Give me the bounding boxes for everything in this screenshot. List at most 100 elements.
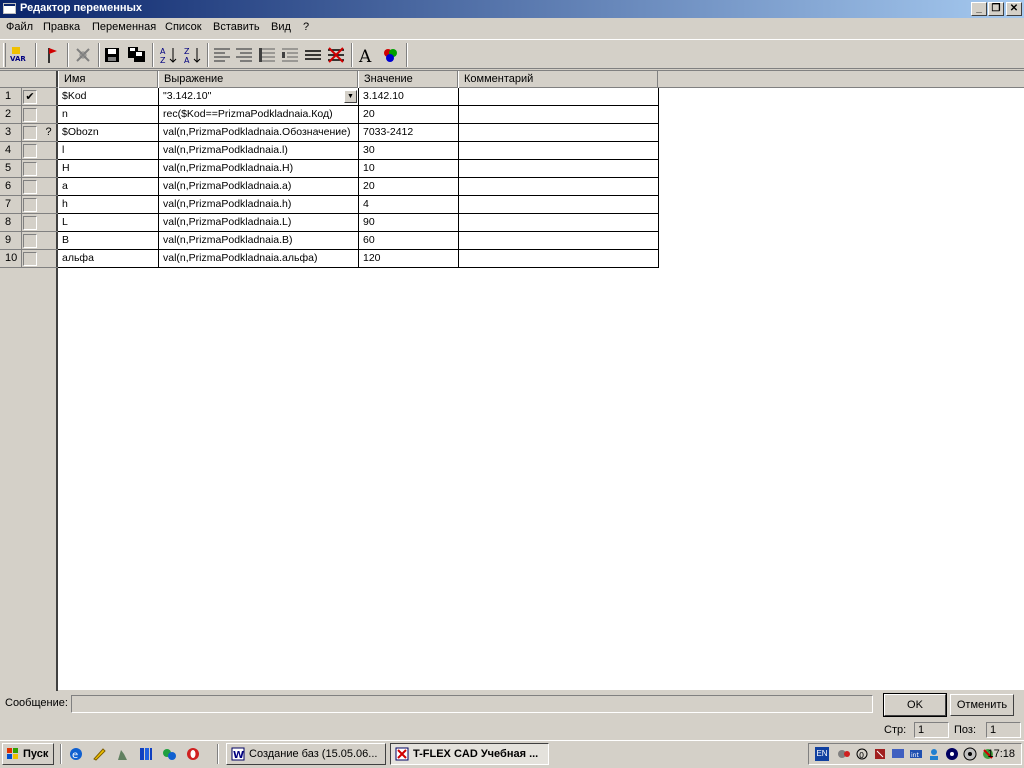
table-row[interactable]: 3? $Obozn val(n,PrizmaPodkladnaia.Обозначе… (0, 124, 660, 142)
row-flag[interactable] (41, 89, 56, 105)
row-checkbox[interactable] (23, 126, 37, 140)
cell-name[interactable]: a (58, 178, 159, 196)
cell-expression[interactable]: val(n,PrizmaPodkladnaia.H) (159, 160, 359, 178)
align-indent-icon[interactable] (233, 44, 255, 66)
internet-explorer-icon[interactable]: e (68, 746, 84, 762)
network-icon[interactable] (161, 746, 177, 762)
pencil-icon[interactable] (91, 746, 107, 762)
cell-name[interactable]: $Obozn (58, 124, 159, 142)
cell-value[interactable]: 10 (359, 160, 459, 178)
network-tray-icon[interactable] (837, 747, 851, 761)
start-button[interactable]: Пуск (2, 743, 54, 765)
display-tray-icon[interactable] (891, 747, 905, 761)
security-tray-icon[interactable] (873, 747, 887, 761)
row-number[interactable]: 6 (0, 178, 22, 196)
minimize-button[interactable]: _ (971, 2, 987, 16)
task-word-document[interactable]: W Создание баз (15.05.06... (226, 743, 386, 765)
cell-value[interactable]: 7033-2412 (359, 124, 459, 142)
cell-expression[interactable]: val(n,PrizmaPodkladnaia.L) (159, 214, 359, 232)
row-number[interactable]: 8 (0, 214, 22, 232)
cell-expression[interactable]: "3.142.10" ▼ (159, 88, 359, 106)
cell-expression[interactable]: val(n,PrizmaPodkladnaia.альфа) (159, 250, 359, 268)
cell-value[interactable]: 120 (359, 250, 459, 268)
media-tray-icon[interactable] (945, 747, 959, 761)
lines-icon[interactable] (302, 44, 324, 66)
cell-value[interactable]: 4 (359, 196, 459, 214)
cd-tray-icon[interactable] (963, 747, 977, 761)
menu-view[interactable]: Вид (271, 21, 291, 33)
cell-comment[interactable] (459, 214, 659, 232)
menu-file[interactable]: Файл (6, 21, 33, 33)
table-row[interactable]: 6 a val(n,PrizmaPodkladnaia.a) 20 (0, 178, 660, 196)
row-number[interactable]: 10 (0, 250, 22, 268)
row-flag[interactable] (41, 161, 56, 177)
menu-variable[interactable]: Переменная (92, 21, 156, 33)
restore-button[interactable]: ❐ (988, 2, 1004, 16)
row-checkbox[interactable] (23, 108, 37, 122)
column-header-expression[interactable]: Выражение (158, 71, 358, 88)
cell-value[interactable]: 20 (359, 106, 459, 124)
save-all-icon[interactable] (126, 44, 148, 66)
row-checkbox[interactable] (23, 198, 37, 212)
row-number[interactable]: 7 (0, 196, 22, 214)
cell-name[interactable]: L (58, 214, 159, 232)
cell-comment[interactable] (459, 178, 659, 196)
row-number[interactable]: 9 (0, 232, 22, 250)
row-checkbox[interactable] (23, 252, 37, 266)
cell-expression[interactable]: rec($Kod==PrizmaPodkladnaia.Код) (159, 106, 359, 124)
table-row[interactable]: 2 n rec($Kod==PrizmaPodkladnaia.Код) 20 (0, 106, 660, 124)
cell-value[interactable]: 90 (359, 214, 459, 232)
table-row[interactable]: 8 Lval(n,PrizmaPodkladnaia.L) 90 (0, 214, 660, 232)
close-button[interactable]: ✕ (1006, 2, 1022, 16)
row-number[interactable]: 1 (0, 88, 22, 106)
strike-lines-icon[interactable] (325, 44, 347, 66)
cell-comment[interactable] (459, 88, 659, 106)
cancel-button[interactable]: Отменить (950, 694, 1014, 716)
books-icon[interactable] (138, 746, 154, 762)
cell-comment[interactable] (459, 106, 659, 124)
align-left-icon[interactable] (211, 44, 233, 66)
cell-value[interactable]: 60 (359, 232, 459, 250)
opera-icon[interactable] (185, 746, 201, 762)
language-indicator[interactable]: EN (815, 747, 829, 761)
flag-icon[interactable] (41, 44, 63, 66)
cell-expression[interactable]: val(n,PrizmaPodkladnaia.l) (159, 142, 359, 160)
row-checkbox[interactable] (23, 216, 37, 230)
cell-value[interactable]: 20 (359, 178, 459, 196)
cell-name[interactable]: l (58, 142, 159, 160)
task-tflex-cad[interactable]: T-FLEX CAD Учебная ... (390, 743, 549, 765)
row-flag[interactable] (41, 251, 56, 267)
cell-expression[interactable]: val(n,PrizmaPodkladnaia.Обозначение) (159, 124, 359, 142)
cell-expression[interactable]: val(n,PrizmaPodkladnaia.a) (159, 178, 359, 196)
delete-icon[interactable] (72, 44, 94, 66)
cell-value[interactable]: 30 (359, 142, 459, 160)
row-flag[interactable] (41, 143, 56, 159)
row-flag[interactable] (41, 107, 56, 123)
color-icon[interactable] (379, 44, 401, 66)
cell-comment[interactable] (459, 196, 659, 214)
row-number[interactable]: 2 (0, 106, 22, 124)
row-checkbox[interactable] (23, 180, 37, 194)
row-checkbox[interactable]: ✔ (23, 90, 37, 104)
user-tray-icon[interactable] (927, 747, 941, 761)
dropdown-arrow-icon[interactable]: ▼ (344, 90, 357, 103)
row-number[interactable]: 5 (0, 160, 22, 178)
row-flag[interactable] (41, 233, 56, 249)
row-checkbox[interactable] (23, 144, 37, 158)
menu-list[interactable]: Список (165, 21, 202, 33)
cell-comment[interactable] (459, 124, 659, 142)
menu-insert[interactable]: Вставить (213, 21, 260, 33)
column-header-value[interactable]: Значение (358, 71, 458, 88)
cell-value[interactable]: 3.142.10 (359, 88, 459, 106)
cell-name[interactable]: h (58, 196, 159, 214)
cell-comment[interactable] (459, 142, 659, 160)
menu-help[interactable]: ? (303, 21, 309, 33)
row-checkbox[interactable] (23, 234, 37, 248)
cell-expression[interactable]: val(n,PrizmaPodkladnaia.h) (159, 196, 359, 214)
table-row[interactable]: 7 h val(n,PrizmaPodkladnaia.h) 4 (0, 196, 660, 214)
table-row[interactable]: 10 альфа val(n,PrizmaPodkladnaia.альфа) 120 (0, 250, 660, 268)
row-flag[interactable] (41, 179, 56, 195)
column-header-name[interactable]: Имя (58, 71, 158, 88)
column-header-comment[interactable]: Комментарий (458, 71, 658, 88)
disk-tray-icon[interactable]: 0 (855, 747, 869, 761)
